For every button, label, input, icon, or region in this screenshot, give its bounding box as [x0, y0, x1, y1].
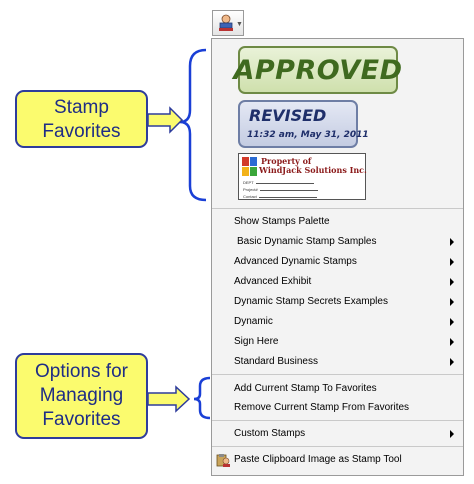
- annotation-overlay: [147, 48, 211, 420]
- managing-arrow: [147, 385, 191, 413]
- favorites-bracket: [179, 48, 207, 202]
- favorites-arrow: [147, 106, 184, 134]
- managing-bracket: [193, 376, 211, 420]
